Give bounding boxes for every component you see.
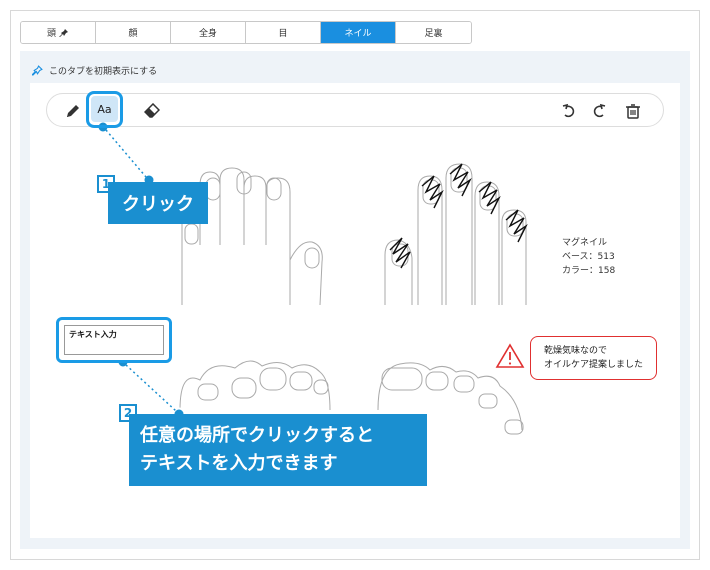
callout-click: クリック [108,182,208,224]
text-input-field[interactable]: テキスト入力 [64,325,164,355]
text-input-highlight: テキスト入力 [56,317,172,363]
warning-icon [495,343,525,368]
callout-text-input-hint: 任意の場所でクリックすると テキストを入力できます [129,414,427,486]
warning-note[interactable]: 乾燥気味なので オイルケア提案しました [530,336,657,380]
nail-scribbles [389,163,528,269]
nail-note[interactable]: マグネイル ベース：513 カラー：158 [562,236,615,278]
text-tool-button[interactable]: Aa [91,96,118,122]
